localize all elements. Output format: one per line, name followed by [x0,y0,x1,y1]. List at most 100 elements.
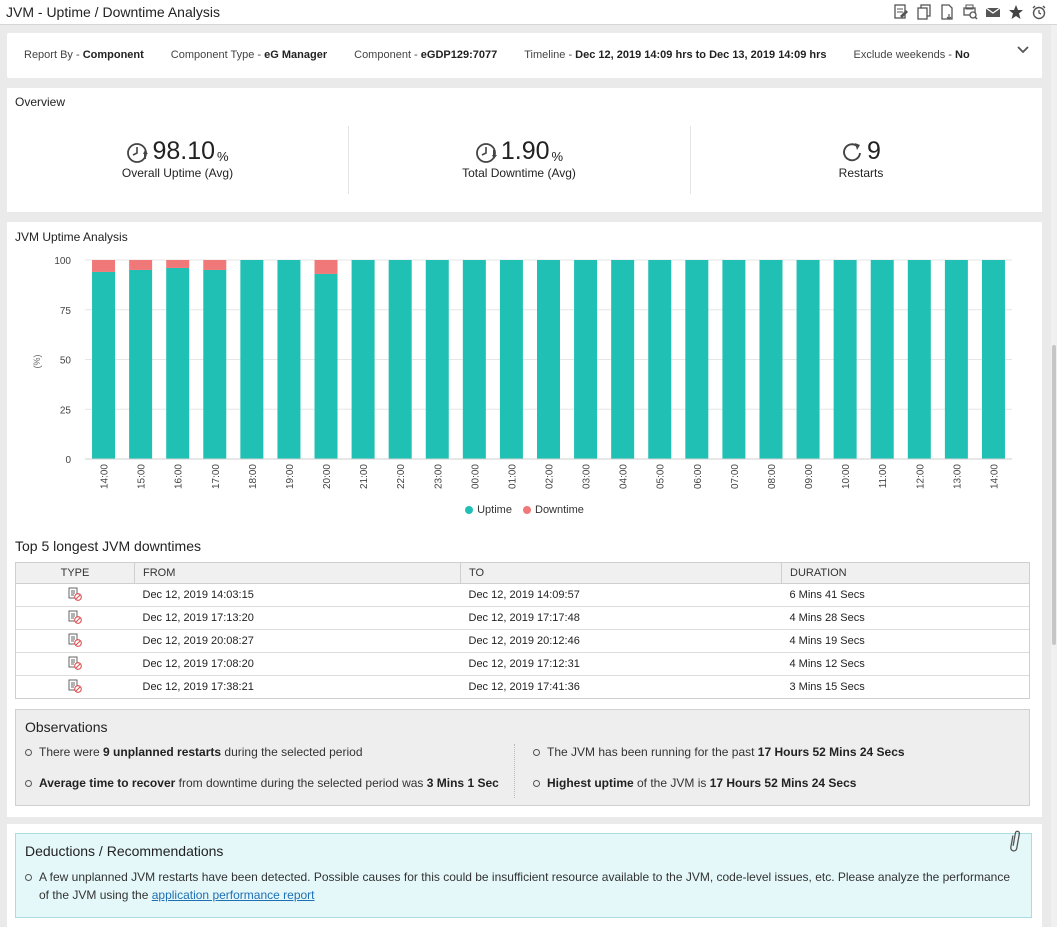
table-row[interactable]: Dec 12, 2019 20:08:27 Dec 12, 2019 20:12:… [15,629,1030,653]
downtime-bar [314,260,338,274]
to-cell: Dec 12, 2019 17:17:48 [460,606,782,630]
filter-value: Dec 12, 2019 14:09 hrs to Dec 13, 2019 1… [575,49,827,61]
deduction-item: A few unplanned JVM restarts have been d… [25,868,1015,904]
x-tick-label: 23:00 [433,464,444,489]
x-tick-label: 20:00 [322,464,333,489]
uptime-dot-icon [465,506,474,514]
mail-icon[interactable] [984,3,1001,20]
duration-cell: 4 Mins 28 Secs [781,606,1030,630]
y-tick-label: 100 [54,256,71,267]
x-tick-label: 09:00 [804,464,815,489]
uptime-bar [685,260,709,459]
obs-bold: Highest uptime [547,776,634,790]
export-pdf-icon[interactable] [938,3,955,20]
uptime-bar [240,260,264,459]
uptime-bar [944,260,968,459]
table-row[interactable]: Dec 12, 2019 14:03:15 Dec 12, 2019 14:09:… [15,583,1030,607]
copy-icon[interactable] [915,3,932,20]
unplanned-downtime-icon [68,633,83,647]
observation-recovery: Average time to recover from downtime du… [25,776,499,790]
uptime-bar [981,260,1005,459]
uptime-bar [574,260,598,459]
filter-value: Component [82,49,144,61]
x-tick-label: 05:00 [656,464,667,489]
table-header-row: TYPE FROM TO DURATION [15,562,1030,584]
uptime-unit: % [217,149,229,164]
to-cell: Dec 12, 2019 14:09:57 [460,583,782,607]
filter-label: Timeline - [524,49,576,61]
type-cell [15,652,135,676]
x-tick-label: 07:00 [730,464,741,489]
obs-bold: 17 Hours 52 Mins 24 Secs [709,776,857,790]
unplanned-downtime-icon [68,587,83,601]
uptime-bar [648,260,672,459]
col-to[interactable]: TO [460,562,782,584]
filter-component-type: Component Type - eG Manager [171,49,327,61]
observation-restarts: There were 9 unplanned restarts during t… [25,745,363,759]
uptime-bar [166,267,190,459]
restarts-label: Restarts [838,166,884,180]
filter-value: eG Manager [264,49,328,61]
schedule-alarm-icon[interactable] [1030,3,1047,20]
legend-uptime-label: Uptime [477,504,512,516]
restarts-value: 9 [867,137,881,165]
table-row[interactable]: Dec 12, 2019 17:08:20 Dec 12, 2019 17:12:… [15,652,1030,676]
y-tick-label: 75 [60,306,72,317]
obs-text: from downtime during the selected period… [175,776,427,790]
filter-label: Component - [354,49,421,61]
x-tick-label: 06:00 [693,464,704,489]
filter-exclude-weekends: Exclude weekends - No [854,49,970,61]
col-from[interactable]: FROM [134,562,461,584]
obs-bold: Average time to recover [39,776,176,790]
uptime-bar [425,260,449,459]
legend-uptime[interactable]: Uptime [465,504,512,516]
duration-cell: 3 Mins 15 Secs [781,675,1030,699]
edit-report-icon[interactable] [892,3,909,20]
x-tick-label: 22:00 [396,464,407,489]
application-performance-report-link[interactable]: application performance report [152,888,315,902]
x-tick-label: 11:00 [878,464,889,489]
table-row[interactable]: Dec 12, 2019 17:13:20 Dec 12, 2019 17:17:… [15,606,1030,630]
type-cell [15,675,135,699]
to-cell: Dec 12, 2019 20:12:46 [460,629,782,653]
from-cell: Dec 12, 2019 17:13:20 [134,606,461,630]
uptime-bar-chart: 0 25 50 75 100 (%) 14:00 15:00 16:00 17:00 18:00 19… [32,256,1012,489]
table-row[interactable]: Dec 12, 2019 17:38:21 Dec 12, 2019 17:41:… [15,675,1030,699]
type-cell [15,629,135,653]
chart-legend: Uptime Downtime [7,504,1042,516]
col-duration[interactable]: DURATION [781,562,1030,584]
uptime-value: 98.10 [152,137,215,165]
duration-cell: 4 Mins 12 Secs [781,652,1030,676]
col-type[interactable]: TYPE [15,562,135,584]
scrollbar-thumb[interactable] [1052,345,1056,645]
uptime-bar [611,260,635,459]
downtime-unit: % [551,149,564,164]
restart-icon [843,143,861,162]
vertical-scrollbar[interactable] [1051,25,1057,927]
overview-panel: Overview 98.10% Overall Uptime (Avg) 1.9… [7,88,1042,212]
observation-running: The JVM has been running for the past 17… [533,745,905,759]
chevron-down-icon[interactable] [1016,43,1030,57]
deductions-title: Deductions / Recommendations [25,843,224,859]
obs-bold: 9 unplanned restarts [103,745,222,759]
filter-items: Report By - Component Component Type - e… [24,49,997,61]
favorite-star-icon[interactable] [1007,3,1024,20]
overall-uptime-card: 98.10% Overall Uptime (Avg) [7,126,348,194]
restarts-card: 9 Restarts [690,126,1031,194]
x-tick-label: 02:00 [545,464,556,489]
x-tick-label: 04:00 [619,464,630,489]
from-cell: Dec 12, 2019 17:38:21 [134,675,461,699]
to-cell: Dec 12, 2019 17:41:36 [460,675,782,699]
x-tick-label: 03:00 [582,464,593,489]
uptime-bar [833,260,857,459]
obs-bold: 17 Hours 52 Mins 24 Secs [757,745,905,759]
downtime-bar [92,260,116,272]
paperclip-icon [1010,830,1020,852]
print-preview-icon[interactable] [961,3,978,20]
uptime-bar [129,269,153,459]
uptime-label: Overall Uptime (Avg) [121,166,234,180]
legend-downtime[interactable]: Downtime [523,504,584,516]
uptime-bar [796,260,820,459]
x-tick-label: 18:00 [248,464,259,489]
obs-text: There were [39,745,104,759]
